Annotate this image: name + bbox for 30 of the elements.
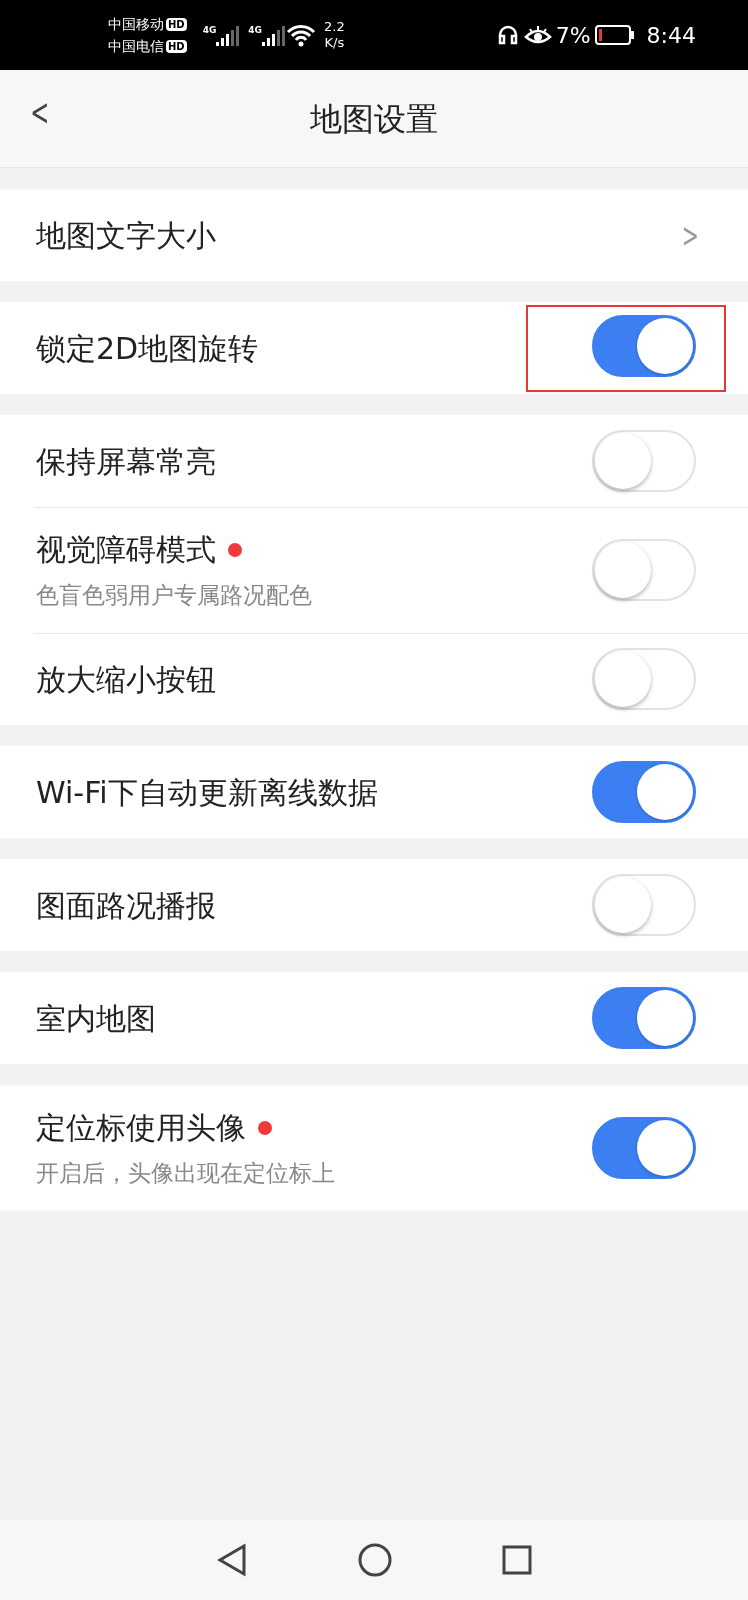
setting-label: 放大缩小按钮 bbox=[36, 660, 216, 699]
setting-label: 保持屏幕常亮 bbox=[36, 442, 216, 481]
setting-label: 锁定2D地图旋转 bbox=[36, 329, 259, 368]
setting-label: 室内地图 bbox=[36, 999, 156, 1038]
battery-percent: 7% bbox=[555, 21, 591, 50]
setting-label: 定位标使用头像 bbox=[36, 1109, 246, 1148]
signal-icon bbox=[216, 24, 241, 46]
signal-icon bbox=[262, 24, 286, 46]
clock: 8:44 bbox=[646, 21, 696, 50]
setting-description: 开启后，头像出现在定位标上 bbox=[36, 1159, 336, 1189]
network-type: 4G bbox=[248, 24, 262, 37]
network-type: 4G bbox=[202, 24, 217, 37]
hd-badge: HD bbox=[166, 39, 187, 53]
wifi-icon bbox=[286, 23, 316, 47]
speed-text: K/s bbox=[324, 35, 345, 51]
setting-label: 视觉障碍模式 bbox=[36, 531, 216, 570]
page-title: 地图设置 bbox=[310, 98, 438, 140]
carrier-name: 中国移动 bbox=[108, 15, 164, 34]
back-button[interactable]: < bbox=[26, 92, 54, 132]
home-nav-icon[interactable] bbox=[358, 1543, 392, 1577]
setting-label: 地图文字大小 bbox=[36, 216, 216, 255]
back-nav-icon[interactable] bbox=[216, 1543, 248, 1577]
setting-label: Wi-Fi下自动更新离线数据 bbox=[36, 773, 378, 812]
battery-icon bbox=[594, 25, 635, 45]
setting-description: 色盲色弱用户专属路况配色 bbox=[36, 581, 313, 611]
recents-nav-icon[interactable] bbox=[502, 1545, 532, 1575]
speed-text: 2.2 bbox=[324, 19, 345, 35]
carrier-name: 中国电信 bbox=[108, 37, 164, 56]
hd-badge: HD bbox=[166, 17, 187, 31]
setting-label: 图面路况播报 bbox=[36, 886, 216, 925]
